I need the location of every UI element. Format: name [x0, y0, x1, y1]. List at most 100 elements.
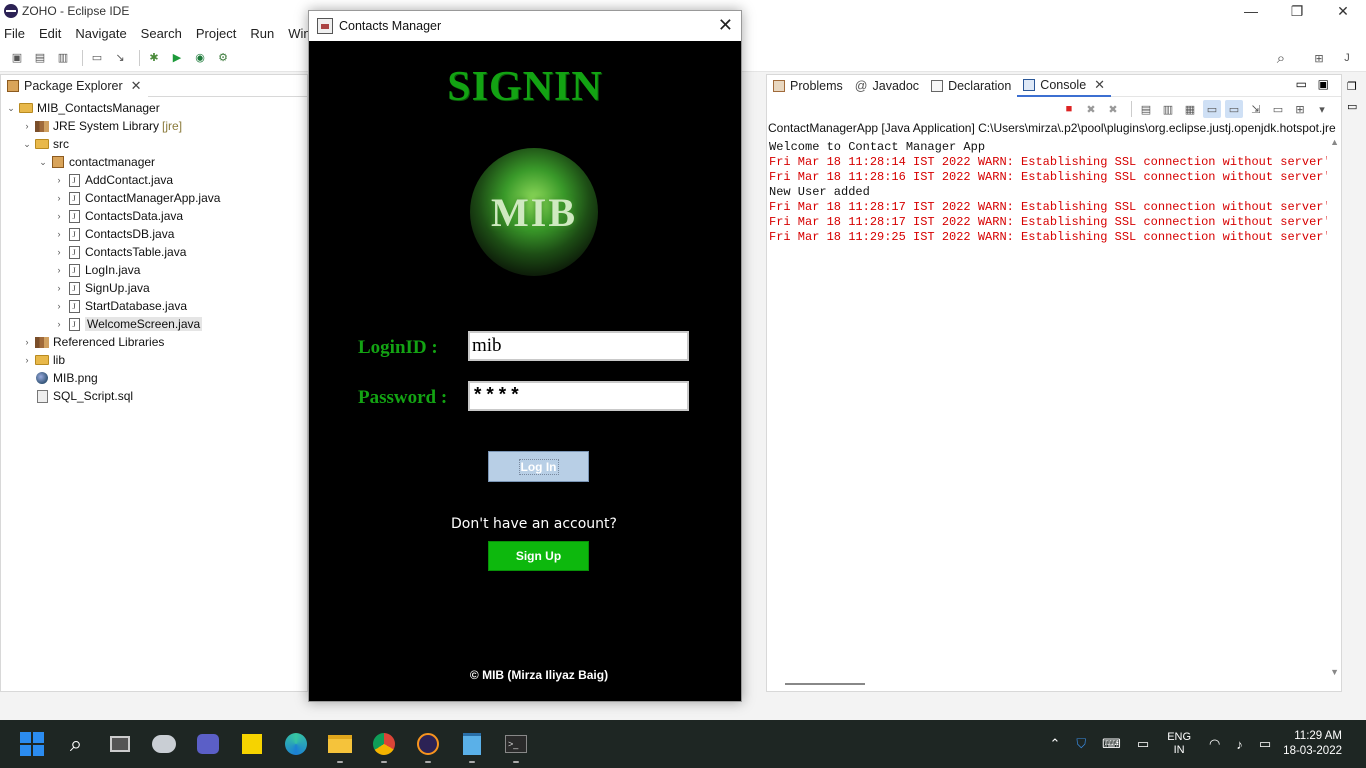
close-icon[interactable]: ✕ [1094, 77, 1105, 93]
battery-icon[interactable]: ▭ [1259, 736, 1271, 752]
maximize-view-icon[interactable]: ▣ [1318, 77, 1329, 91]
login-id-input[interactable] [468, 331, 689, 361]
security-shield-icon[interactable]: ⛉ [1076, 736, 1086, 752]
tab-package-explorer[interactable]: Package Explorer ✕ [1, 74, 148, 97]
save-all-icon[interactable]: ▥ [54, 49, 72, 67]
tree-item-file[interactable]: › J LogIn.java [1, 261, 307, 279]
close-icon[interactable]: ✕ [718, 15, 733, 36]
tab-declaration[interactable]: Declaration [925, 74, 1018, 97]
signup-button[interactable]: Sign Up [488, 541, 589, 571]
chevron-right-icon[interactable]: › [21, 337, 33, 347]
scroll-down-icon[interactable]: ▼ [1330, 667, 1339, 677]
tree-item-lib[interactable]: › lib [1, 351, 307, 369]
coverage-icon[interactable]: ◉ [191, 49, 209, 67]
tree-item-jre[interactable]: › JRE System Library [jre] [1, 117, 307, 135]
menu-file[interactable]: File [4, 26, 25, 41]
tab-javadoc[interactable]: @ Javadoc [848, 74, 926, 97]
tab-console[interactable]: Console ✕ [1017, 74, 1112, 97]
language-indicator[interactable]: ENG IN [1167, 731, 1191, 757]
scroll-lock-icon[interactable]: ▥ [1159, 100, 1177, 118]
chevron-right-icon[interactable]: › [53, 301, 65, 311]
chevron-down-icon[interactable]: ⌄ [21, 139, 33, 150]
chevron-up-icon[interactable]: ⌃ [1049, 736, 1060, 752]
tree-item-file-selected[interactable]: › J WelcomeScreen.java [1, 315, 307, 333]
minimize-view-icon[interactable]: ▭ [1296, 77, 1307, 91]
view-menu-icon[interactable]: ▾ [1313, 100, 1331, 118]
external-tools-icon[interactable]: ⚙ [214, 49, 232, 67]
search-button[interactable]: ⌕ [54, 720, 98, 768]
show-on-stderr-icon[interactable]: ▭ [1225, 100, 1243, 118]
chevron-down-icon[interactable]: ⌄ [37, 157, 49, 168]
tree-item-sql[interactable]: SQL_Script.sql [1, 387, 307, 405]
tree-item-referenced-libraries[interactable]: › Referenced Libraries [1, 333, 307, 351]
console-horizontal-scrollbar[interactable] [785, 683, 865, 685]
teams-button[interactable] [186, 720, 230, 768]
terminate-icon[interactable]: ■ [1060, 100, 1078, 118]
eclipse-button[interactable] [406, 720, 450, 768]
chevron-right-icon[interactable]: › [21, 355, 33, 365]
chrome-button[interactable] [362, 720, 406, 768]
pin-console-icon[interactable]: ⇲ [1247, 100, 1265, 118]
tree-item-file[interactable]: › J ContactsDB.java [1, 225, 307, 243]
new-icon[interactable]: ▣ [8, 49, 26, 67]
chevron-right-icon[interactable]: › [53, 319, 65, 329]
wifi-icon[interactable]: ◠ [1209, 736, 1220, 752]
close-icon[interactable]: ✕ [131, 78, 142, 94]
volume-icon[interactable]: ♪ [1236, 737, 1243, 752]
menu-search[interactable]: Search [141, 26, 182, 41]
menu-navigate[interactable]: Navigate [75, 26, 126, 41]
minimize-icon[interactable]: — [1228, 0, 1274, 22]
chevron-right-icon[interactable]: › [53, 265, 65, 275]
chevron-down-icon[interactable]: ⌄ [5, 103, 17, 114]
chevron-right-icon[interactable]: › [53, 175, 65, 185]
keyboard-icon[interactable]: ⌨ [1102, 736, 1121, 752]
java-perspective-icon[interactable]: J [1338, 49, 1356, 67]
edge-button[interactable] [274, 720, 318, 768]
terminal-icon[interactable]: ▭ [88, 49, 106, 67]
display-console-icon[interactable]: ▭ [1269, 100, 1287, 118]
tree-item-src[interactable]: ⌄ src [1, 135, 307, 153]
clear-console-icon[interactable]: ▤ [1137, 100, 1155, 118]
tree-item-file[interactable]: › J ContactsData.java [1, 207, 307, 225]
console-vertical-scrollbar[interactable]: ▲ ▼ [1329, 137, 1339, 677]
widgets-button[interactable] [142, 720, 186, 768]
chevron-right-icon[interactable]: › [53, 247, 65, 257]
menu-edit[interactable]: Edit [39, 26, 61, 41]
tree-item-file[interactable]: › J ContactsTable.java [1, 243, 307, 261]
console-view-icon[interactable]: ▭ [1347, 100, 1357, 113]
chevron-right-icon[interactable]: › [53, 211, 65, 221]
notepad-button[interactable] [450, 720, 494, 768]
terminal-button[interactable]: >_ [494, 720, 538, 768]
skip-breakpoints-icon[interactable]: ↘ [111, 49, 129, 67]
tab-problems[interactable]: Problems [767, 74, 849, 97]
perspective-icon[interactable]: ⊞ [1310, 49, 1328, 67]
chevron-right-icon[interactable]: › [53, 193, 65, 203]
word-wrap-icon[interactable]: ▦ [1181, 100, 1199, 118]
open-console-icon[interactable]: ⊞ [1291, 100, 1309, 118]
remove-all-icon[interactable]: ✖ [1104, 100, 1122, 118]
login-button[interactable]: Log In [488, 451, 589, 482]
tree-item-file[interactable]: › J AddContact.java [1, 171, 307, 189]
restore-icon[interactable]: ❐ [1274, 0, 1320, 22]
display-icon[interactable]: ▭ [1137, 736, 1149, 752]
password-input[interactable] [468, 381, 689, 411]
tree-item-file[interactable]: › J SignUp.java [1, 279, 307, 297]
close-icon[interactable]: ✕ [1320, 0, 1366, 22]
restore-view-icon[interactable]: ❐ [1347, 80, 1357, 93]
show-on-stdout-icon[interactable]: ▭ [1203, 100, 1221, 118]
start-button[interactable] [10, 720, 54, 768]
tree-item-file[interactable]: › J StartDatabase.java [1, 297, 307, 315]
tree-item-png[interactable]: MIB.png [1, 369, 307, 387]
tree-item-file[interactable]: › J ContactManagerApp.java [1, 189, 307, 207]
tree-item-package[interactable]: ⌄ contactmanager [1, 153, 307, 171]
remove-launch-icon[interactable]: ✖ [1082, 100, 1100, 118]
save-icon[interactable]: ▤ [31, 49, 49, 67]
run-icon[interactable]: ▶ [168, 49, 186, 67]
menu-run[interactable]: Run [250, 26, 274, 41]
chevron-right-icon[interactable]: › [53, 283, 65, 293]
debug-icon[interactable]: ✱ [145, 49, 163, 67]
tree-item-project[interactable]: ⌄ MIB_ContactsManager [1, 99, 307, 117]
chevron-right-icon[interactable]: › [53, 229, 65, 239]
sticky-notes-button[interactable] [230, 720, 274, 768]
task-view-button[interactable] [98, 720, 142, 768]
